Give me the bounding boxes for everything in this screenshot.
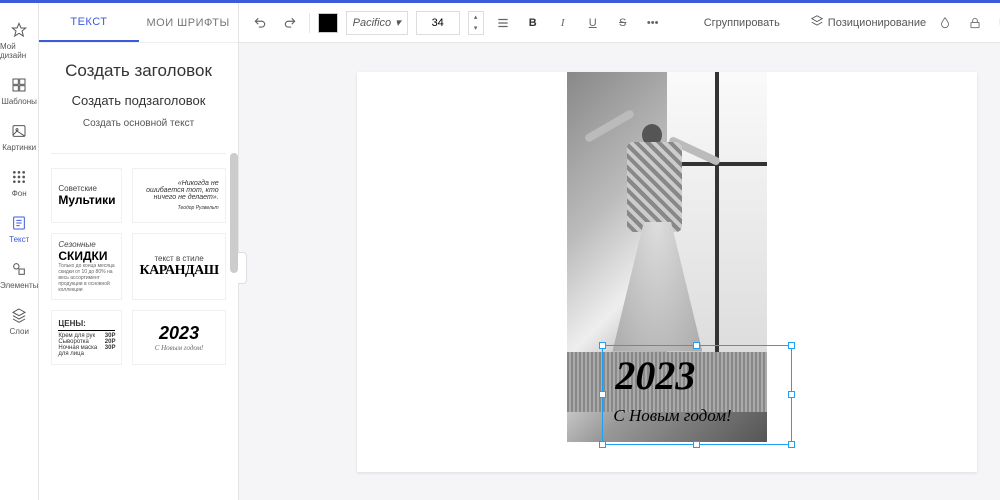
layers-icon xyxy=(10,306,28,324)
text-color-swatch[interactable] xyxy=(318,13,338,33)
step-down[interactable]: ▾ xyxy=(469,23,483,34)
underline-button[interactable]: U xyxy=(582,12,604,34)
sample-skidki[interactable]: Сезонные СКИДКИ Только до конца месяца с… xyxy=(51,233,122,300)
canvas-stage[interactable]: 2023 С Новым годом! xyxy=(239,43,1000,500)
text-samples: Советские Мультики «Никогда не ошибается… xyxy=(39,160,237,373)
align-button[interactable] xyxy=(492,12,514,34)
left-rail: Мой дизайн Шаблоны Картинки Фон Текст Эл… xyxy=(0,3,39,500)
bold-button[interactable]: B xyxy=(522,12,544,34)
grid-icon xyxy=(10,168,28,186)
divider xyxy=(51,153,225,154)
star-icon xyxy=(10,21,28,39)
font-size-stepper[interactable]: ▴▾ xyxy=(468,11,484,35)
create-subheading[interactable]: Создать подзаголовок xyxy=(51,93,225,108)
undo-button[interactable] xyxy=(249,12,271,34)
editor-toolbar: Pacifico▾ ▴▾ B I U S ••• Сгруппировать П… xyxy=(239,3,1000,43)
chevron-down-icon: ▾ xyxy=(395,16,401,29)
rail-templates[interactable]: Шаблоны xyxy=(0,68,38,114)
rail-text[interactable]: Текст xyxy=(0,206,38,252)
more-button[interactable]: ••• xyxy=(642,12,664,34)
strikethrough-button[interactable]: S xyxy=(612,12,634,34)
step-up[interactable]: ▴ xyxy=(469,12,483,23)
tab-myfonts[interactable]: МОИ ШРИФТЫ xyxy=(139,3,238,42)
layers-icon xyxy=(810,14,824,31)
tab-text[interactable]: ТЕКСТ xyxy=(39,3,138,42)
text-panel: ТЕКСТ МОИ ШРИФТЫ Создать заголовок Созда… xyxy=(39,3,238,500)
sample-prices[interactable]: ЦЕНЫ: Крем для рук30Р Сыворотка20Р Ночна… xyxy=(51,310,122,365)
canvas-area: Pacifico▾ ▴▾ B I U S ••• Сгруппировать П… xyxy=(239,3,1000,500)
opacity-button[interactable] xyxy=(934,12,956,34)
font-size-input[interactable] xyxy=(416,11,460,35)
templates-icon xyxy=(10,76,28,94)
rail-my-design[interactable]: Мой дизайн xyxy=(0,13,38,68)
sample-quote[interactable]: «Никогда не ошибается тот, кто ничего не… xyxy=(132,168,225,223)
price-row: Ночная маска для лица30Р xyxy=(58,345,115,357)
sample-2023[interactable]: 2023 С Новым годом! xyxy=(132,310,225,365)
font-family-select[interactable]: Pacifico▾ xyxy=(346,11,408,35)
design-page[interactable]: 2023 С Новым годом! xyxy=(357,72,977,472)
create-heading[interactable]: Создать заголовок xyxy=(51,61,225,81)
selection-box[interactable] xyxy=(602,345,792,445)
rail-label: Фон xyxy=(12,189,27,198)
panel-tabs: ТЕКСТ МОИ ШРИФТЫ xyxy=(39,3,237,43)
rail-label: Шаблоны xyxy=(2,97,37,106)
copy-button[interactable] xyxy=(994,12,1000,34)
redo-button[interactable] xyxy=(279,12,301,34)
rail-elements[interactable]: Элементы xyxy=(0,252,38,298)
image-icon xyxy=(10,122,28,140)
rail-label: Мой дизайн xyxy=(0,42,38,60)
italic-button[interactable]: I xyxy=(552,12,574,34)
rail-label: Текст xyxy=(9,235,29,244)
group-button[interactable]: Сгруппировать xyxy=(700,17,784,29)
rail-layers[interactable]: Слои xyxy=(0,298,38,344)
rail-label: Слои xyxy=(9,327,28,336)
panel-scrollbar[interactable] xyxy=(230,153,238,273)
sample-multiki[interactable]: Советские Мультики xyxy=(51,168,122,223)
lock-button[interactable] xyxy=(964,12,986,34)
rail-background[interactable]: Фон xyxy=(0,160,38,206)
rail-label: Элементы xyxy=(0,281,38,290)
shapes-icon xyxy=(10,260,28,278)
text-icon xyxy=(10,214,28,232)
position-button[interactable]: Позиционирование xyxy=(810,14,926,31)
sample-karandash[interactable]: текст в стиле КАРАНДАШ xyxy=(132,233,225,300)
create-block: Создать заголовок Создать подзаголовок С… xyxy=(39,43,237,147)
rail-label: Картинки xyxy=(2,143,36,152)
create-body[interactable]: Создать основной текст xyxy=(51,118,225,129)
rail-images[interactable]: Картинки xyxy=(0,114,38,160)
